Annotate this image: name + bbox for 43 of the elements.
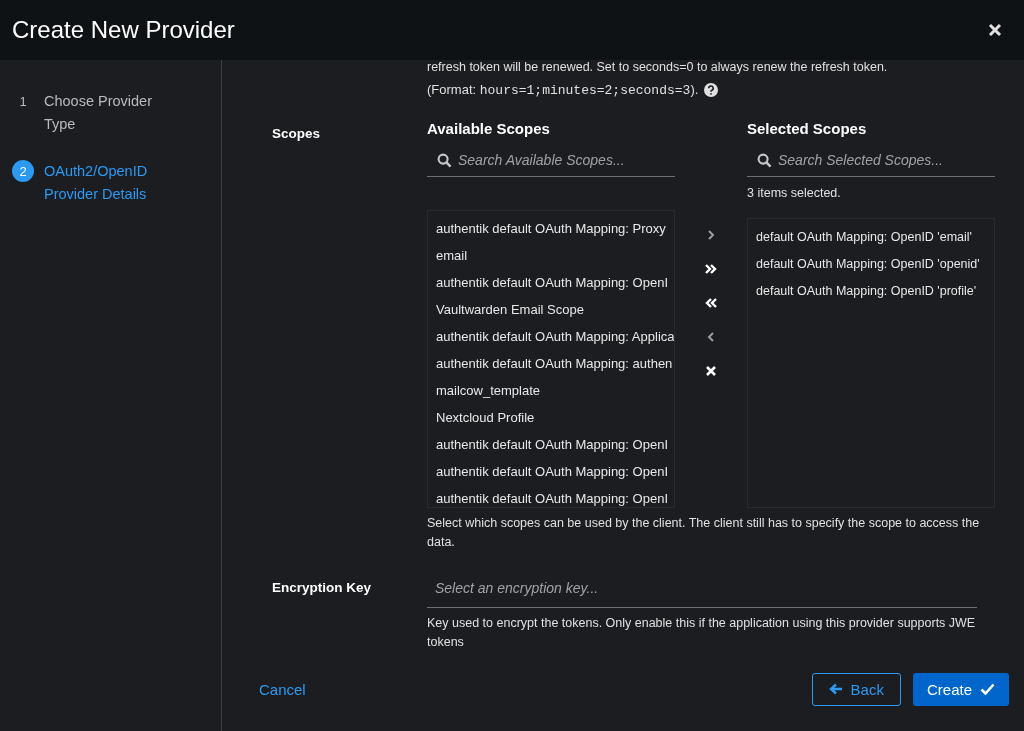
pane-title: Selected Scopes [747, 120, 868, 139]
scope-option[interactable]: authentik default OAuth Mapping: authen [428, 350, 674, 377]
format-hint: (Format: hours=1;minutes=2;seconds=3). [427, 82, 699, 98]
selection-count: 3 items selected. [747, 186, 841, 200]
chevron-left-icon [706, 331, 716, 343]
arrow-left-icon [828, 683, 843, 695]
search-field[interactable]: Search Selected Scopes... [778, 152, 985, 168]
scope-option[interactable]: Nextcloud Profile [428, 404, 674, 431]
cancel-button[interactable]: Cancel [259, 674, 306, 704]
create-button[interactable]: Create [912, 672, 1009, 706]
scope-option[interactable]: default OAuth Mapping: OpenID 'profile' [748, 278, 994, 305]
scope-option[interactable]: default OAuth Mapping: OpenID 'openid' [748, 251, 994, 278]
double-chevron-left-icon [704, 297, 718, 309]
select-field[interactable]: Select an encryption key... [427, 568, 977, 608]
scope-option[interactable]: authentik default OAuth Mapping: OpenI [428, 458, 674, 485]
double-chevron-right-icon [704, 263, 718, 275]
help-icon[interactable] [704, 83, 719, 97]
scope-option[interactable]: email [428, 242, 674, 269]
field-label: Encryption Key [271, 579, 373, 597]
search-icon [757, 152, 772, 168]
scope-option[interactable]: authentik default OAuth Mapping: Proxy [428, 215, 674, 242]
scope-option[interactable]: authentik default OAuth Mapping: OpenI [428, 485, 674, 507]
back-button[interactable]: Back [811, 672, 901, 706]
scope-option[interactable]: authentik default OAuth Mapping: OpenI [428, 269, 674, 296]
scope-option[interactable]: authentik default OAuth Mapping: OpenI [428, 431, 674, 458]
chevron-right-icon [706, 229, 716, 241]
field-label: Scopes [271, 125, 322, 143]
close-icon [988, 23, 1002, 37]
help-text: Key used to encrypt the tokens. Only enable this if the application using this provider supports JWE tokens [427, 615, 977, 651]
search-icon [437, 152, 452, 168]
close-icon [705, 365, 717, 377]
scope-option[interactable]: mailcow_template [428, 377, 674, 404]
help-text: refresh token will be renewed. Set to seconds=0 to always renew the refresh token. [427, 60, 889, 74]
scope-option[interactable]: default OAuth Mapping: OpenID 'email' [748, 224, 994, 251]
scope-option[interactable]: Vaultwarden Email Scope [428, 296, 674, 323]
modal-title: Create New Provider [12, 16, 236, 44]
wizard-step[interactable]: 1 Choose Provider Type [0, 90, 221, 136]
checkmark-icon [980, 683, 995, 695]
help-text: Select which scopes can be used by the client. The client still has to specify the scope to access the data. [427, 515, 981, 551]
scope-option[interactable]: authentik default OAuth Mapping: Applica [428, 323, 674, 350]
search-field[interactable]: Search Available Scopes... [458, 152, 665, 168]
pane-title: Available Scopes [427, 120, 551, 139]
wizard-step[interactable]: 2 OAuth2/OpenID Provider Details [0, 160, 221, 206]
